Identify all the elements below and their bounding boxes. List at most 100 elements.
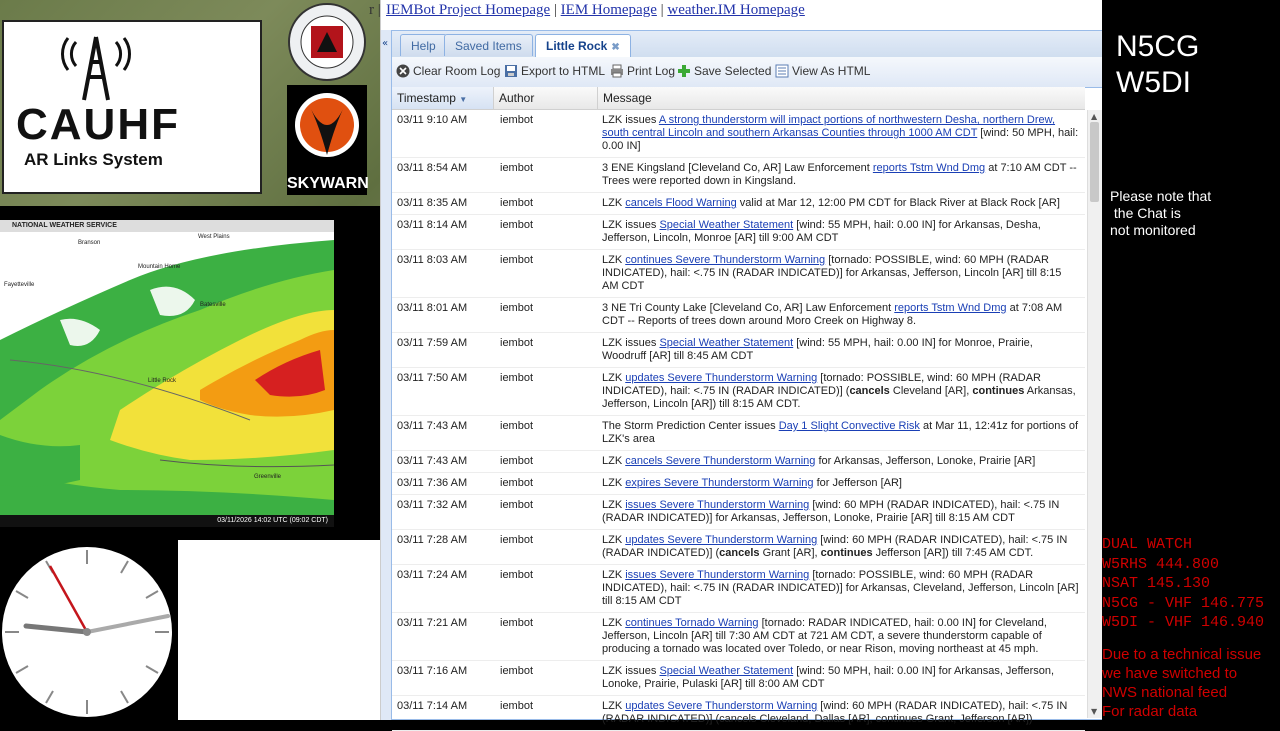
table-row[interactable]: 03/11 7:59 AM iembot LZK issues Special We… (392, 333, 1085, 368)
tab-label: Help (411, 39, 436, 53)
button-label: Clear Room Log (413, 64, 501, 78)
clear-room-log-button[interactable]: Clear Room Log (396, 64, 500, 78)
iembot-homepage-link[interactable]: IEMBot Project Homepage (386, 2, 550, 18)
product-link[interactable]: Day 1 Slight Convective Risk (779, 420, 920, 432)
city-label: Mountain Home (138, 264, 181, 270)
table-row[interactable]: 03/11 7:43 AM iembot LZK cancels Severe Th… (392, 451, 1085, 473)
callsign-secondary: W5DI (1116, 66, 1191, 99)
row-timestamp: 03/11 8:03 AM (397, 254, 468, 266)
row-author: iembot (500, 420, 534, 432)
column-header-author[interactable]: Author (494, 87, 598, 109)
table-row[interactable]: 03/11 7:50 AM iembot LZK updates Severe Th… (392, 368, 1085, 416)
right-info-panel: N5CG W5DI Please note that the Chat is n… (1102, 0, 1280, 720)
table-row[interactable]: 03/11 8:01 AM iembot 3 NE Tri County Lake … (392, 298, 1085, 333)
row-message: LZK updates Severe Thunderstorm Warning … (602, 696, 1080, 730)
product-link[interactable]: updates Severe Thunderstorm Warning (625, 534, 817, 546)
message-text: LZK issues (602, 114, 659, 126)
row-timestamp: 03/11 7:21 AM (397, 617, 468, 629)
product-link[interactable]: continues Severe Thunderstorm Warning (625, 254, 825, 266)
row-message: LZK issues A strong thunderstorm will im… (602, 110, 1080, 157)
scroll-up-icon[interactable]: ▲ (1091, 112, 1097, 121)
save-selected-button[interactable]: Save Selected (677, 64, 771, 78)
product-link[interactable]: updates Severe Thunderstorm Warning (625, 700, 817, 712)
table-row[interactable]: 03/11 8:54 AM iembot 3 ENE Kingsland [Clev… (392, 158, 1085, 193)
row-timestamp: 03/11 7:36 AM (397, 477, 468, 489)
column-label: Timestamp (397, 91, 456, 105)
product-link[interactable]: issues Severe Thunderstorm Warning (625, 569, 809, 581)
scroll-down-icon[interactable]: ▼ (1091, 707, 1097, 716)
row-author: iembot (500, 455, 534, 467)
print-log-button[interactable]: Print Log (610, 64, 675, 78)
table-row[interactable]: 03/11 7:36 AM iembot LZK expires Severe Th… (392, 473, 1085, 495)
table-row[interactable]: 03/11 7:43 AM iembot The Storm Prediction … (392, 416, 1085, 451)
product-link[interactable]: cancels Severe Thunderstorm Warning (625, 455, 815, 467)
row-author: iembot (500, 302, 534, 314)
row-message: LZK cancels Severe Thunderstorm Warning … (602, 451, 1080, 472)
vertical-scrollbar[interactable]: ▲ ▼ (1087, 110, 1102, 718)
row-author: iembot (500, 114, 534, 126)
button-label: Print Log (627, 64, 676, 78)
close-tab-icon[interactable]: ✖ (611, 37, 619, 59)
tab-help[interactable]: Help (400, 34, 447, 56)
room-panel: Help Saved Items Little Rock ✖ Clear Room… (391, 30, 1103, 731)
table-row[interactable]: 03/11 8:03 AM iembot LZK continues Severe … (392, 250, 1085, 298)
column-label: Author (499, 91, 535, 105)
export-to-html-button[interactable]: Export to HTML (504, 64, 605, 78)
message-text: LZK issues (602, 337, 660, 349)
city-label: West Plains (198, 234, 230, 240)
view-html-icon (775, 64, 789, 78)
logo-subtitle: AR Links System (24, 150, 163, 169)
row-message: LZK issues Special Weather Statement [wi… (602, 215, 1080, 249)
tab-saved-items[interactable]: Saved Items (444, 34, 533, 56)
tab-bar: Help Saved Items Little Rock ✖ (392, 31, 1102, 58)
radar-frame-top (0, 206, 390, 220)
product-link[interactable]: updates Severe Thunderstorm Warning (625, 372, 817, 384)
collapse-icon[interactable]: « (382, 38, 388, 49)
message-text: for Arkansas, Jefferson, Lonoke, Prairie… (815, 455, 1036, 467)
message-text: The Storm Prediction Center issues (602, 420, 779, 432)
row-author: iembot (500, 569, 534, 581)
scroll-thumb[interactable] (1090, 122, 1099, 202)
message-text: LZK (602, 477, 626, 489)
skywarn-logo: SKYWARN (287, 85, 369, 195)
grid-header: Timestamp ▼ Author Message (392, 87, 1085, 110)
column-header-message[interactable]: Message (598, 87, 1085, 109)
table-row[interactable]: 03/11 7:24 AM iembot LZK issues Severe Thu… (392, 565, 1085, 613)
product-link[interactable]: Special Weather Statement (659, 337, 793, 349)
callsign-primary: N5CG (1116, 30, 1200, 63)
table-row[interactable]: 03/11 9:10 AM iembot LZK issues A strong t… (392, 110, 1085, 158)
weather-im-homepage-link[interactable]: weather.IM Homepage (667, 2, 804, 18)
table-row[interactable]: 03/11 7:28 AM iembot LZK updates Severe Th… (392, 530, 1085, 565)
row-message: LZK issues Severe Thunderstorm Warning [… (602, 495, 1080, 529)
row-author: iembot (500, 372, 534, 384)
message-text: Grant [AR], (759, 547, 821, 559)
product-link[interactable]: cancels Flood Warning (625, 197, 736, 209)
product-link[interactable]: reports Tstm Wnd Dmg (873, 162, 985, 174)
iem-homepage-link[interactable]: IEM Homepage (561, 2, 657, 18)
product-link[interactable]: expires Severe Thunderstorm Warning (625, 477, 813, 489)
table-row[interactable]: 03/11 8:35 AM iembot LZK cancels Flood War… (392, 193, 1085, 215)
column-header-timestamp[interactable]: Timestamp ▼ (392, 87, 494, 109)
radar-map: NATIONAL WEATHER SERVICE Branson West Pl… (0, 220, 334, 527)
message-text: Cleveland [AR], (889, 385, 973, 397)
message-list: 03/11 9:10 AM iembot LZK issues A strong t… (392, 110, 1085, 731)
table-row[interactable]: 03/11 7:14 AM iembot LZK updates Severe Th… (392, 696, 1085, 731)
view-as-html-button[interactable]: View As HTML (775, 64, 870, 78)
button-label: Export to HTML (521, 64, 606, 78)
row-message: LZK issues Severe Thunderstorm Warning [… (602, 565, 1080, 612)
product-link[interactable]: Special Weather Statement (659, 665, 793, 677)
table-row[interactable]: 03/11 8:14 AM iembot LZK issues Special We… (392, 215, 1085, 250)
table-row[interactable]: 03/11 7:21 AM iembot LZK continues Tornado… (392, 613, 1085, 661)
top-link-bar: r | IEMBot Project Homepage | IEM Homepa… (369, 2, 805, 18)
table-row[interactable]: 03/11 7:32 AM iembot LZK issues Severe Thu… (392, 495, 1085, 530)
table-row[interactable]: 03/11 7:16 AM iembot LZK issues Special We… (392, 661, 1085, 696)
product-link[interactable]: issues Severe Thunderstorm Warning (625, 499, 809, 511)
product-link[interactable]: continues Tornado Warning (625, 617, 758, 629)
message-text: LZK (602, 254, 626, 266)
logo-text: CAUHF (16, 100, 180, 149)
tab-little-rock[interactable]: Little Rock ✖ (535, 34, 631, 58)
product-link[interactable]: reports Tstm Wnd Dmg (894, 302, 1006, 314)
product-link[interactable]: Special Weather Statement (659, 219, 793, 231)
message-text: continues (820, 547, 873, 559)
city-label: Little Rock (148, 378, 177, 384)
